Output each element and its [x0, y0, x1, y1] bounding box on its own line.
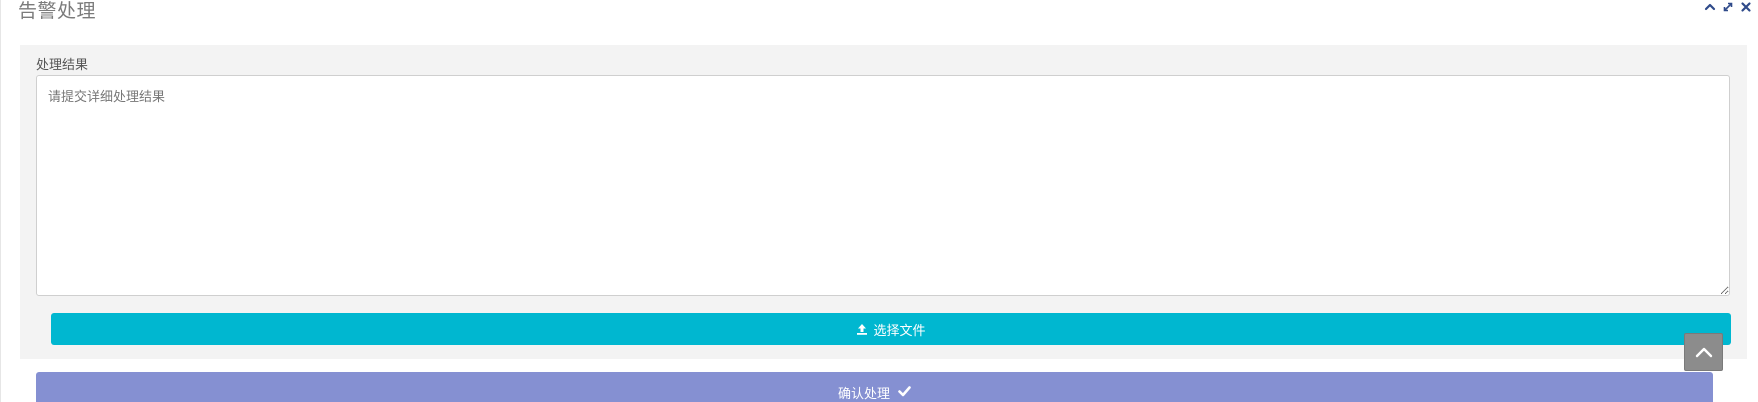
chevron-up-icon: [1695, 347, 1712, 358]
choose-file-button[interactable]: 选择文件: [51, 313, 1731, 345]
back-to-top-button[interactable]: [1684, 333, 1723, 371]
upload-icon: [857, 324, 868, 335]
expand-panel-button[interactable]: [1721, 0, 1735, 14]
close-panel-button[interactable]: [1739, 0, 1753, 14]
result-textarea[interactable]: [36, 75, 1730, 296]
panel-tools: [1703, 0, 1753, 14]
confirm-handling-button[interactable]: 确认处理: [36, 372, 1713, 402]
choose-file-label: 选择文件: [873, 323, 926, 339]
panel-title: 告警处理: [18, 0, 97, 22]
result-label: 处理结果: [36, 58, 89, 73]
left-border: [0, 0, 1, 402]
handling-form: 处理结果 选择文件: [20, 45, 1747, 359]
confirm-label: 确认处理: [837, 387, 890, 402]
alarm-handling-page: 告警处理 处理结果 选择文件: [0, 0, 1758, 402]
check-icon: [898, 386, 911, 397]
close-icon: [1741, 2, 1751, 12]
chevron-up-icon: [1704, 3, 1716, 11]
expand-arrows-icon: [1723, 2, 1733, 12]
collapse-panel-button[interactable]: [1703, 0, 1717, 14]
